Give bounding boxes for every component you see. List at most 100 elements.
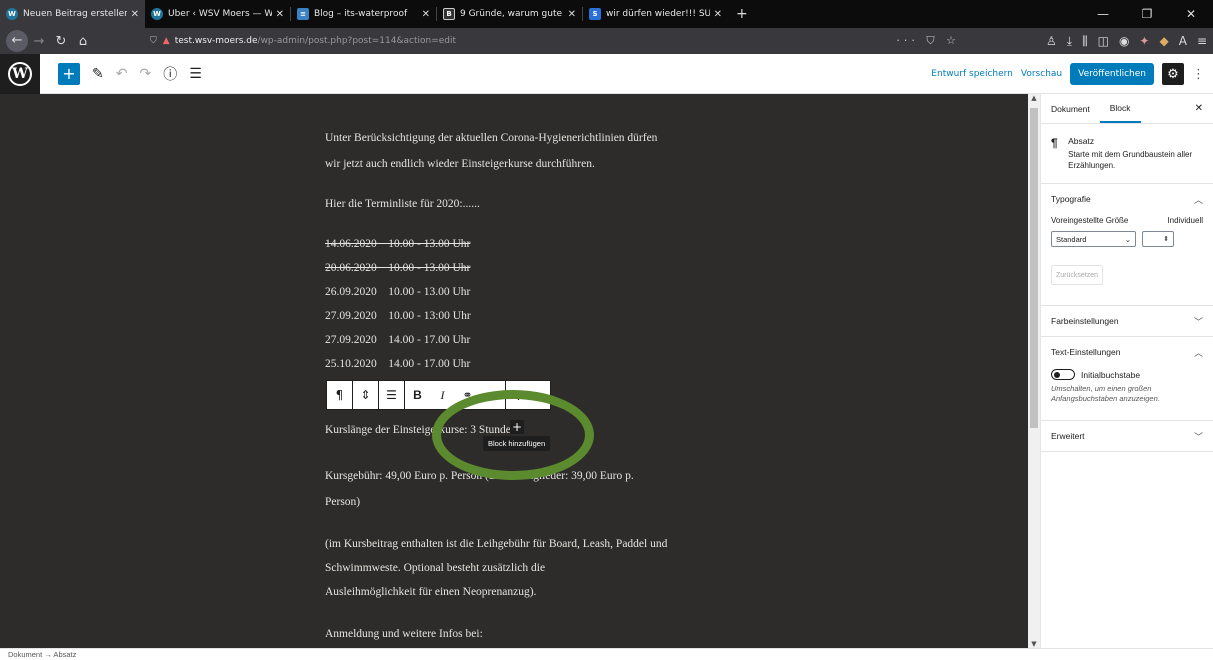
forward-arrow-icon[interactable]: → bbox=[28, 34, 50, 49]
redo-icon[interactable]: ↷ bbox=[139, 66, 151, 82]
editor-canvas: Unter Berücksichtigung der aktuellen Cor… bbox=[0, 94, 1028, 648]
paragraph-line[interactable]: Person) bbox=[325, 496, 360, 508]
scroll-down-icon[interactable]: ▼ bbox=[1028, 640, 1040, 648]
settings-gear-icon[interactable]: ⚙ bbox=[1162, 63, 1184, 85]
paragraph-line[interactable]: (im Kursbeitrag enthalten ist die Leihge… bbox=[325, 538, 667, 550]
date-entry[interactable]: 27.09.2020 14.00 - 17.00 Uhr bbox=[325, 334, 470, 346]
date-entry[interactable]: 26.09.2020 10.00 - 13.00 Uhr bbox=[325, 286, 470, 298]
sidebar-tabs: Dokument Block ✕ bbox=[1041, 94, 1213, 124]
reset-button[interactable]: Zurücksetzen bbox=[1051, 265, 1103, 285]
blog-icon: ≡ bbox=[297, 8, 309, 20]
paragraph-icon[interactable]: ¶ bbox=[327, 388, 352, 402]
date-entry-struck[interactable]: 14.06.2020 10.00 - 13.00 Uhr bbox=[325, 238, 470, 250]
date-entry-struck[interactable]: 20.06.2020 10.00 - 13.00 Uhr bbox=[325, 262, 470, 274]
paragraph-line[interactable]: wir jetzt auch endlich wieder Einsteiger… bbox=[325, 158, 595, 170]
editor-scrollbar[interactable]: ▲ ▼ bbox=[1028, 94, 1040, 648]
reload-icon[interactable]: ↻ bbox=[50, 34, 72, 49]
browser-tab-2[interactable]: W Über ‹ WSV Moers — WordPre ✕ bbox=[145, 0, 290, 28]
panel-toggle-advanced[interactable]: Erweitert ﹀ bbox=[1051, 421, 1203, 451]
extension-icon[interactable]: ◉ bbox=[1119, 34, 1129, 49]
date-entry[interactable]: 27.09.2020 10.00 - 13:00 Uhr bbox=[325, 310, 471, 322]
close-tab-icon[interactable]: ✕ bbox=[714, 9, 722, 20]
close-icon[interactable]: ✕ bbox=[1195, 103, 1203, 114]
editor-header: W + ✎ ↶ ↷ ⓘ ☰ Entwurf speichern Vorschau… bbox=[0, 53, 1213, 94]
window-controls: — ❐ ✕ bbox=[1081, 0, 1213, 28]
close-tab-icon[interactable]: ✕ bbox=[568, 9, 576, 20]
back-arrow-icon[interactable]: ← bbox=[6, 30, 28, 52]
publish-button[interactable]: Veröffentlichen bbox=[1070, 63, 1154, 85]
panel-toggle-text-settings[interactable]: Text-Einstellungen ︿ bbox=[1051, 337, 1203, 367]
new-tab-button[interactable]: + bbox=[728, 0, 756, 28]
wordpress-icon: W bbox=[6, 8, 18, 20]
tab-title: Über ‹ WSV Moers — WordPre bbox=[168, 9, 272, 19]
block-description: Starte mit dem Grundbaustein aller Erzäh… bbox=[1068, 150, 1193, 170]
addon-icon[interactable]: ◆ bbox=[1159, 34, 1168, 49]
bold-icon[interactable]: B bbox=[405, 388, 430, 402]
wordpress-icon: W bbox=[151, 8, 163, 20]
sidebar-icon[interactable]: ◫ bbox=[1098, 34, 1109, 49]
align-icon[interactable]: ☰ bbox=[379, 388, 404, 402]
shield-icon: ⛉ bbox=[150, 36, 157, 46]
panel-toggle-colors[interactable]: Farbeinstellungen ﹀ bbox=[1051, 306, 1203, 336]
browser-tab-5[interactable]: S wir dürfen wieder!!! SUP-Einst ✕ bbox=[583, 0, 728, 28]
inserter-tooltip: Block hinzufügen bbox=[483, 436, 551, 451]
paragraph-line[interactable]: Unter Berücksichtigung der aktuellen Cor… bbox=[325, 132, 657, 144]
panel-advanced: Erweitert ﹀ bbox=[1041, 421, 1213, 452]
tab-document[interactable]: Dokument bbox=[1041, 94, 1100, 123]
library-icon[interactable]: ⫼ bbox=[1082, 34, 1088, 49]
date-entry[interactable]: 25.10.2020 14.00 - 17.00 Uhr bbox=[325, 358, 470, 370]
tab-title: wir dürfen wieder!!! SUP-Einst bbox=[606, 9, 710, 19]
paragraph[interactable]: Anmeldung und weitere Infos bei: bbox=[325, 628, 483, 640]
block-breadcrumb[interactable]: Dokument → Absatz bbox=[0, 648, 1213, 660]
drop-cap-toggle[interactable] bbox=[1051, 369, 1075, 380]
move-updown-icon[interactable]: ⇕ bbox=[353, 388, 378, 402]
scrollbar-thumb[interactable] bbox=[1030, 108, 1038, 428]
chevron-down-icon: ﹀ bbox=[1193, 431, 1203, 442]
font-icon[interactable]: A bbox=[1179, 34, 1187, 49]
close-tab-icon[interactable]: ✕ bbox=[422, 9, 430, 20]
browser-tab-4[interactable]: B 9 Gründe, warum gute Mitarb ✕ bbox=[437, 0, 582, 28]
panel-typography: Typografie ︿ Voreingestellte Größe Indiv… bbox=[1041, 184, 1213, 306]
browser-tabstrip: W Neuen Beitrag erstellen ‹ WSV ✕ W Über… bbox=[0, 0, 1213, 28]
browser-tab-3[interactable]: ≡ Blog – its-waterproof ✕ bbox=[291, 0, 436, 28]
paragraph-line[interactable]: Ausleihmöglichkeit für einen Neoprenanzu… bbox=[325, 586, 536, 598]
more-options-icon[interactable]: ⋮ bbox=[1192, 67, 1205, 82]
wordpress-logo-icon[interactable]: W bbox=[0, 53, 40, 94]
panel-title: Text-Einstellungen bbox=[1051, 347, 1121, 357]
tab-block[interactable]: Block bbox=[1099, 94, 1141, 123]
stepper-icon[interactable]: ⬍ bbox=[1163, 235, 1169, 243]
page-actions-icon[interactable]: ··· ⛉ ☆ bbox=[896, 34, 960, 48]
maximize-icon[interactable]: ❐ bbox=[1125, 7, 1169, 21]
block-inserter-button[interactable]: + bbox=[510, 420, 524, 434]
close-tab-icon[interactable]: ✕ bbox=[276, 9, 284, 20]
close-window-icon[interactable]: ✕ bbox=[1169, 7, 1213, 21]
tab-title: 9 Gründe, warum gute Mitarb bbox=[460, 9, 564, 19]
panel-title: Typografie bbox=[1051, 194, 1091, 204]
custom-size-input[interactable]: ⬍ bbox=[1142, 231, 1174, 247]
scroll-up-icon[interactable]: ▲ bbox=[1028, 94, 1040, 102]
info-icon[interactable]: ⓘ bbox=[163, 64, 177, 84]
close-tab-icon[interactable]: ✕ bbox=[131, 9, 139, 20]
panel-toggle-typography[interactable]: Typografie ︿ bbox=[1051, 184, 1203, 214]
add-block-button[interactable]: + bbox=[58, 62, 80, 85]
preview-button[interactable]: Vorschau bbox=[1021, 69, 1062, 79]
minimize-icon[interactable]: — bbox=[1081, 7, 1125, 21]
save-draft-button[interactable]: Entwurf speichern bbox=[931, 69, 1013, 79]
panel-title: Erweitert bbox=[1051, 431, 1085, 441]
menu-icon[interactable]: ≡ bbox=[1197, 34, 1207, 49]
browser-navbar: ← → ↻ ⌂ ⛉ ▲ test.wsv-moers.de /wp-admin/… bbox=[0, 28, 1213, 54]
account-icon[interactable]: ♙ bbox=[1046, 34, 1057, 49]
font-size-select[interactable]: Standard ⌄ bbox=[1051, 231, 1136, 247]
font-size-labels: Voreingestellte Größe Individuell bbox=[1051, 216, 1203, 225]
undo-icon[interactable]: ↶ bbox=[116, 66, 128, 82]
tools-pencil-icon[interactable]: ✎ bbox=[92, 66, 104, 82]
browser-tab-1[interactable]: W Neuen Beitrag erstellen ‹ WSV ✕ bbox=[0, 0, 145, 28]
home-icon[interactable]: ⌂ bbox=[72, 34, 94, 49]
download-icon[interactable]: ⤓ bbox=[1067, 34, 1072, 49]
outline-icon[interactable]: ☰ bbox=[189, 66, 202, 82]
url-bar[interactable]: ⛉ ▲ test.wsv-moers.de /wp-admin/post.php… bbox=[150, 31, 960, 51]
addon-icon[interactable]: ✦ bbox=[1139, 34, 1149, 49]
paragraph-line[interactable]: Schwimmweste. Optional besteht zusätzlic… bbox=[325, 562, 545, 574]
paragraph[interactable]: Hier die Terminliste für 2020:...... bbox=[325, 198, 480, 210]
italic-icon[interactable]: I bbox=[430, 388, 455, 403]
